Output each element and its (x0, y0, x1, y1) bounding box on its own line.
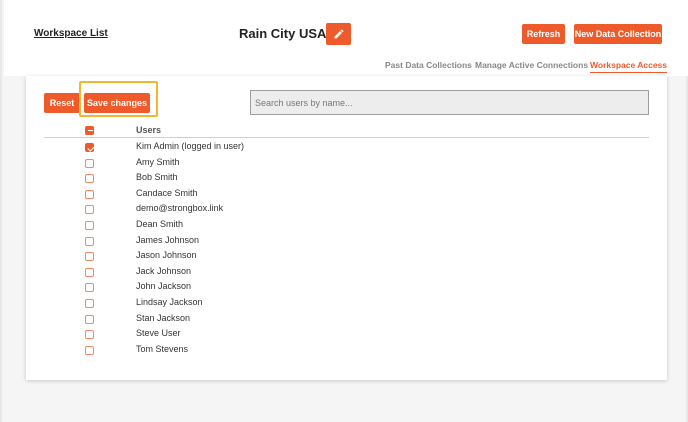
user-row[interactable]: Amy Smith (26, 157, 667, 172)
user-checkbox[interactable] (85, 252, 94, 262)
user-name: Candace Smith (136, 187, 198, 198)
users-column-header: Users (136, 125, 162, 135)
tab-workspace-access[interactable]: Workspace Access (590, 60, 668, 73)
user-row[interactable]: Stan Jackson (26, 313, 667, 328)
new-data-collection-button[interactable]: New Data Collection (574, 24, 662, 44)
user-checkbox[interactable] (85, 158, 94, 168)
user-row[interactable]: Tom Stevens (26, 344, 667, 359)
user-name: Jason Johnson (136, 250, 197, 261)
user-row[interactable]: Jack Johnson (26, 266, 667, 281)
user-checkbox[interactable] (85, 267, 94, 277)
tab-past-data-collections[interactable]: Past Data Collections (385, 60, 472, 70)
user-name: Kim Admin (logged in user) (136, 141, 245, 151)
user-name: Steve User (136, 328, 181, 339)
user-row[interactable]: James Johnson (26, 235, 667, 250)
user-row[interactable]: John Jackson (26, 281, 667, 296)
tab-manage-active-connections[interactable]: Manage Active Connections (475, 60, 588, 70)
user-row[interactable]: Jason Johnson (26, 250, 667, 265)
user-name: Amy Smith (136, 156, 180, 167)
user-search-input[interactable] (250, 90, 649, 115)
user-checkbox[interactable] (85, 189, 94, 199)
user-row[interactable]: Bob Smith (26, 172, 667, 187)
user-checkbox[interactable] (85, 314, 94, 324)
workspace-list-link[interactable]: Workspace List (34, 28, 108, 39)
user-checkbox[interactable] (85, 283, 94, 293)
user-checkbox[interactable] (85, 345, 94, 355)
user-name: Dean Smith (136, 219, 184, 229)
refresh-button[interactable]: Refresh (522, 24, 565, 44)
reset-button[interactable]: Reset (44, 93, 80, 113)
user-row[interactable]: Steve User (26, 328, 667, 343)
workspace-access-panel: Reset Save changes Users Kim Admin (logg… (26, 76, 667, 380)
user-checkbox[interactable] (85, 205, 94, 215)
user-name: Jack Johnson (136, 265, 192, 276)
pencil-icon (334, 29, 344, 39)
user-checkbox[interactable] (85, 236, 94, 246)
user-row[interactable]: demo@strongbox.link (26, 203, 667, 218)
save-changes-button[interactable]: Save changes (84, 93, 150, 113)
user-name: demo@strongbox.link (136, 203, 224, 214)
app-frame: Workspace List Rain City USA Refresh New… (0, 0, 688, 422)
user-checkbox[interactable] (85, 143, 94, 152)
user-row[interactable]: Lindsay Jackson (26, 297, 667, 312)
user-name: Bob Smith (136, 172, 178, 183)
tab-bar: Past Data Collections Manage Active Conn… (4, 60, 688, 74)
edit-workspace-button[interactable] (326, 23, 351, 45)
user-name: John Jackson (136, 281, 192, 292)
user-row[interactable]: Dean Smith (26, 219, 667, 234)
user-row[interactable]: Kim Admin (logged in user) (26, 141, 667, 156)
users-table-header: Users (44, 123, 649, 138)
select-all-checkbox[interactable] (85, 126, 94, 135)
workspace-title: Rain City USA (239, 26, 327, 41)
user-checkbox[interactable] (85, 299, 94, 308)
user-name: Tom Stevens (136, 343, 189, 354)
user-name: Stan Jackson (136, 312, 191, 323)
header-bar: Workspace List Rain City USA Refresh New… (4, 0, 688, 76)
user-name: Lindsay Jackson (136, 297, 203, 307)
user-name: James Johnson (136, 234, 200, 245)
user-row[interactable]: Candace Smith (26, 188, 667, 203)
user-checkbox[interactable] (85, 330, 94, 340)
user-checkbox[interactable] (85, 221, 94, 230)
user-checkbox[interactable] (85, 174, 94, 184)
